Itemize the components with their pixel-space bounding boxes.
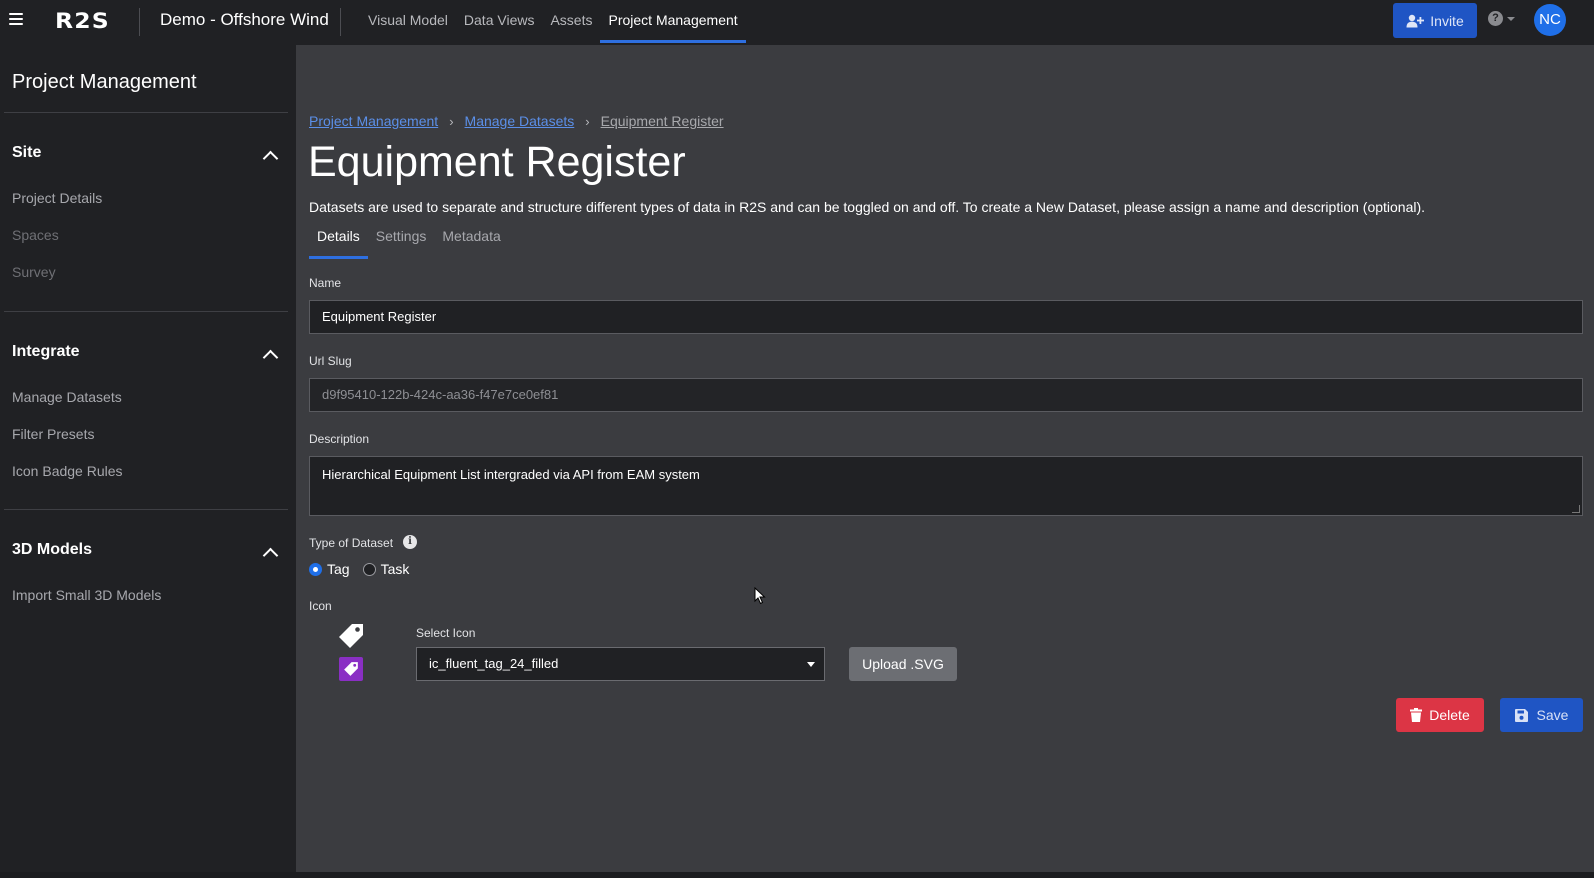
breadcrumb-manage-datasets[interactable]: Manage Datasets xyxy=(465,113,575,129)
divider xyxy=(4,509,288,510)
description-label: Description xyxy=(309,432,370,446)
top-navbar: R2S Demo - Offshore Wind Visual Model Da… xyxy=(0,0,1594,45)
save-label: Save xyxy=(1536,707,1569,723)
invite-label: Invite xyxy=(1430,12,1464,29)
sidebar-section-3d-models[interactable]: 3D Models xyxy=(12,541,92,559)
sidebar-item-icon-badge-rules[interactable]: Icon Badge Rules xyxy=(12,463,123,479)
help-icon: ? xyxy=(1488,11,1503,26)
description-textarea[interactable]: Hierarchical Equipment List intergraded … xyxy=(309,456,1583,516)
nav-assets[interactable]: Assets xyxy=(542,0,600,45)
icon-select-value: ic_fluent_tag_24_filled xyxy=(429,656,559,671)
tab-details[interactable]: Details xyxy=(309,225,368,259)
dataset-type-radio-group: Tag Task xyxy=(309,561,409,577)
name-label: Name xyxy=(309,276,342,290)
description-value: Hierarchical Equipment List intergraded … xyxy=(322,467,700,482)
tab-settings[interactable]: Settings xyxy=(368,225,435,259)
url-slug-label: Url Slug xyxy=(309,354,352,368)
save-button[interactable]: Save xyxy=(1500,698,1583,732)
divider xyxy=(139,8,140,36)
breadcrumb-separator: › xyxy=(449,113,454,129)
tab-bar: Details Settings Metadata xyxy=(309,225,509,259)
radio-tag-label[interactable]: Tag xyxy=(327,561,350,577)
invite-button[interactable]: Invite xyxy=(1393,3,1477,38)
nav-project-management[interactable]: Project Management xyxy=(600,0,746,45)
nav-visual-model[interactable]: Visual Model xyxy=(360,0,456,45)
trash-icon xyxy=(1410,708,1423,722)
bottom-strip xyxy=(0,872,1594,878)
breadcrumb: Project Management › Manage Datasets › E… xyxy=(309,113,724,129)
help-menu[interactable]: ? xyxy=(1488,11,1515,26)
sidebar: Project Management Site Project Details … xyxy=(0,45,296,878)
main-nav: Visual Model Data Views Assets Project M… xyxy=(360,0,746,45)
url-slug-input[interactable]: d9f95410-122b-424c-aa36-f47e7ce0ef81 xyxy=(309,378,1583,412)
radio-task-label[interactable]: Task xyxy=(381,561,410,577)
radio-tag[interactable] xyxy=(309,562,322,576)
info-icon[interactable]: i xyxy=(403,535,417,549)
delete-label: Delete xyxy=(1429,707,1470,723)
chevron-up-icon[interactable] xyxy=(263,545,277,559)
icon-label: Icon xyxy=(309,599,332,613)
sidebar-item-project-details[interactable]: Project Details xyxy=(12,190,102,206)
hamburger-icon[interactable] xyxy=(9,12,23,26)
breadcrumb-project-management[interactable]: Project Management xyxy=(309,113,438,129)
upload-svg-button[interactable]: Upload .SVG xyxy=(849,647,957,681)
chevron-down-icon xyxy=(807,662,815,667)
icon-select[interactable]: ic_fluent_tag_24_filled xyxy=(416,647,825,681)
radio-task[interactable] xyxy=(362,562,376,576)
sidebar-item-import-small-3d-models[interactable]: Import Small 3D Models xyxy=(12,587,161,603)
resize-handle[interactable] xyxy=(1572,505,1580,513)
tag-icon xyxy=(339,624,363,648)
chevron-up-icon[interactable] xyxy=(263,148,277,162)
divider xyxy=(4,112,288,113)
user-plus-icon xyxy=(1406,14,1425,27)
page-title: Equipment Register xyxy=(308,138,686,186)
app-logo[interactable]: R2S xyxy=(55,9,110,33)
mouse-cursor-icon xyxy=(754,587,766,605)
name-input[interactable]: Equipment Register xyxy=(309,300,1583,334)
delete-button[interactable]: Delete xyxy=(1396,698,1484,732)
sidebar-item-spaces[interactable]: Spaces xyxy=(12,227,59,243)
divider xyxy=(4,311,288,312)
breadcrumb-current: Equipment Register xyxy=(600,113,724,129)
sidebar-section-site[interactable]: Site xyxy=(12,144,41,162)
sidebar-item-manage-datasets[interactable]: Manage Datasets xyxy=(12,389,122,405)
tab-metadata[interactable]: Metadata xyxy=(434,225,508,259)
sidebar-item-survey[interactable]: Survey xyxy=(12,264,56,280)
sidebar-section-integrate[interactable]: Integrate xyxy=(12,343,80,361)
sidebar-item-filter-presets[interactable]: Filter Presets xyxy=(12,426,94,442)
breadcrumb-separator: › xyxy=(585,113,590,129)
tag-badge-icon xyxy=(339,657,363,681)
user-avatar[interactable]: NC xyxy=(1534,4,1566,36)
sidebar-title: Project Management xyxy=(12,71,197,93)
page-description: Datasets are used to separate and struct… xyxy=(309,199,1426,215)
nav-data-views[interactable]: Data Views xyxy=(456,0,543,45)
caret-down-icon xyxy=(1507,16,1515,21)
type-of-dataset-label: Type of Dataset xyxy=(309,536,394,550)
save-icon xyxy=(1514,708,1528,722)
chevron-up-icon[interactable] xyxy=(263,347,277,361)
project-name: Demo - Offshore Wind xyxy=(160,10,329,29)
select-icon-label: Select Icon xyxy=(416,626,476,640)
divider xyxy=(340,8,341,36)
